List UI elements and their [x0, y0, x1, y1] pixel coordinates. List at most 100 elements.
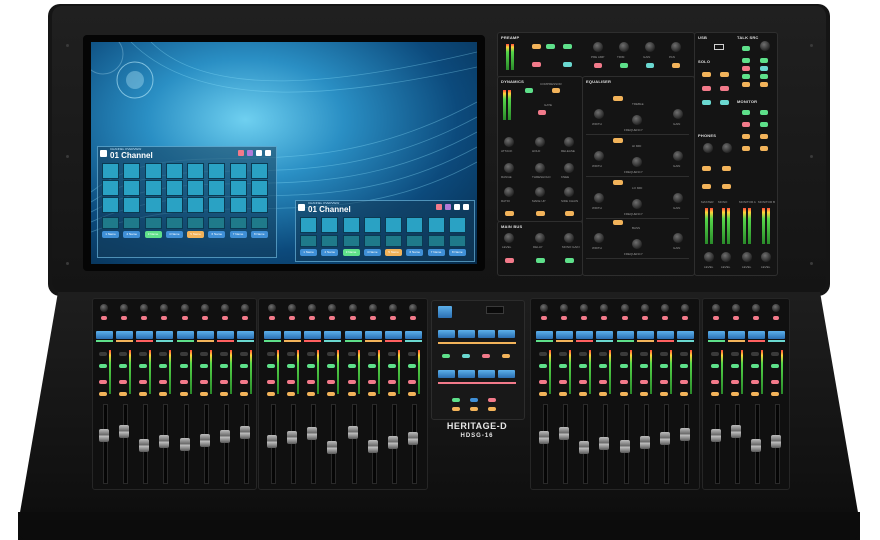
channel-button[interactable] — [99, 352, 107, 356]
channel-solo-button[interactable] — [731, 380, 739, 384]
centre-button[interactable] — [462, 354, 470, 358]
channel-sel-button[interactable] — [200, 392, 208, 396]
channel-cell[interactable] — [427, 217, 445, 233]
scene-button[interactable]: 2 Name — [123, 231, 141, 238]
channel-mute-button[interactable] — [640, 364, 648, 368]
channel-rotary-knob[interactable] — [389, 304, 397, 312]
channel-cell[interactable] — [144, 180, 162, 196]
channel-select-led[interactable] — [733, 316, 739, 320]
channel-solo-button[interactable] — [711, 380, 719, 384]
eq-knob[interactable] — [632, 239, 642, 249]
scene-button[interactable]: 7 Name — [229, 231, 247, 238]
scene-button[interactable]: 5 Name — [187, 231, 204, 238]
channel-select-led[interactable] — [289, 316, 295, 320]
dynamics-button[interactable] — [505, 211, 514, 216]
fader-knob[interactable] — [559, 427, 569, 440]
channel-cell[interactable] — [385, 217, 402, 233]
channel-rotary-knob[interactable] — [600, 304, 608, 312]
channel-button[interactable] — [771, 352, 779, 356]
channel-rotary-knob[interactable] — [241, 304, 249, 312]
channel-window-tool-button[interactable] — [256, 150, 262, 156]
fader-knob[interactable] — [240, 426, 250, 439]
channel-window-tool-button[interactable] — [445, 204, 451, 210]
channel-mute-button[interactable] — [771, 364, 779, 368]
channel-cell[interactable] — [165, 163, 183, 179]
phones-button[interactable] — [702, 166, 711, 171]
preamp-button[interactable] — [594, 63, 602, 68]
channel-button[interactable] — [119, 352, 127, 356]
channel-mute-button[interactable] — [579, 364, 587, 368]
channel-window[interactable]: CHANNEL OVERVIEW 01 Channel 1 Name 2 Name 3 … — [97, 146, 277, 258]
channel-select-led[interactable] — [622, 316, 628, 320]
dynamics-button[interactable] — [538, 110, 546, 115]
solo-button[interactable] — [720, 72, 729, 77]
channel-sel-button[interactable] — [159, 392, 167, 396]
channel-select-led[interactable] — [161, 316, 167, 320]
channel-cell[interactable] — [187, 180, 204, 196]
channel-select-led[interactable] — [370, 316, 376, 320]
channel-cell[interactable] — [123, 180, 141, 196]
channel-mute-button[interactable] — [751, 364, 759, 368]
eq-knob[interactable] — [632, 199, 642, 209]
channel-mute-button[interactable] — [139, 364, 147, 368]
phones-level-knob[interactable] — [722, 143, 732, 153]
fader-knob[interactable] — [287, 431, 297, 444]
channel-mute-button[interactable] — [287, 364, 295, 368]
channel-mute-button[interactable] — [99, 364, 107, 368]
channel-button[interactable] — [287, 352, 295, 356]
channel-cell[interactable] — [102, 180, 119, 196]
channel-button[interactable] — [751, 352, 759, 356]
fader-knob[interactable] — [579, 441, 589, 454]
scene-button[interactable]: 4 Name — [363, 249, 381, 256]
channel-select-led[interactable] — [682, 316, 688, 320]
channel-solo-button[interactable] — [220, 380, 228, 384]
centre-button[interactable] — [442, 354, 450, 358]
channel-sel-button[interactable] — [99, 392, 107, 396]
fader-knob[interactable] — [680, 428, 690, 441]
dynamics-button[interactable] — [565, 211, 574, 216]
channel-rotary-knob[interactable] — [140, 304, 148, 312]
fader-knob[interactable] — [200, 434, 210, 447]
main-bus-knob[interactable] — [535, 233, 545, 243]
scene-button[interactable]: 2 Name — [321, 249, 339, 256]
output-level-knob[interactable] — [761, 252, 771, 262]
phones-level-knob[interactable] — [703, 143, 713, 153]
channel-rotary-knob[interactable] — [409, 304, 417, 312]
phones-button[interactable] — [722, 184, 731, 189]
channel-mute-button[interactable] — [159, 364, 167, 368]
scene-button[interactable]: 1 Name — [102, 231, 119, 238]
channel-rotary-knob[interactable] — [181, 304, 189, 312]
eq-knob[interactable] — [673, 151, 683, 161]
fader-knob[interactable] — [119, 425, 129, 438]
fader-knob[interactable] — [368, 440, 378, 453]
fader-knob[interactable] — [348, 426, 358, 439]
eq-knob[interactable] — [632, 115, 642, 125]
channel-sel-button[interactable] — [771, 392, 779, 396]
channel-mute-button[interactable] — [307, 364, 315, 368]
dynamics-knob[interactable] — [564, 187, 574, 197]
eq-knob[interactable] — [673, 233, 683, 243]
dynamics-knob[interactable] — [535, 187, 545, 197]
channel-rotary-knob[interactable] — [752, 304, 760, 312]
fader-knob[interactable] — [771, 435, 781, 448]
channel-mute-button[interactable] — [680, 364, 688, 368]
channel-select-led[interactable] — [601, 316, 607, 320]
fader-knob[interactable] — [388, 436, 398, 449]
channel-cell[interactable] — [321, 217, 339, 233]
channel-mute-button[interactable] — [660, 364, 668, 368]
channel-button[interactable] — [159, 352, 167, 356]
channel-sel-button[interactable] — [327, 392, 335, 396]
channel-select-led[interactable] — [561, 316, 567, 320]
preamp-button[interactable] — [646, 63, 654, 68]
channel-rotary-knob[interactable] — [681, 304, 689, 312]
talk-button[interactable] — [760, 74, 768, 79]
preamp-button[interactable] — [620, 63, 628, 68]
channel-cell[interactable] — [208, 180, 226, 196]
main-bus-button[interactable] — [565, 258, 574, 263]
talk-button[interactable] — [760, 66, 768, 71]
channel-mute-button[interactable] — [348, 364, 356, 368]
eq-band-button[interactable] — [613, 220, 623, 225]
channel-mute-button[interactable] — [408, 364, 416, 368]
channel-select-led[interactable] — [121, 316, 127, 320]
fader-knob[interactable] — [307, 427, 317, 440]
